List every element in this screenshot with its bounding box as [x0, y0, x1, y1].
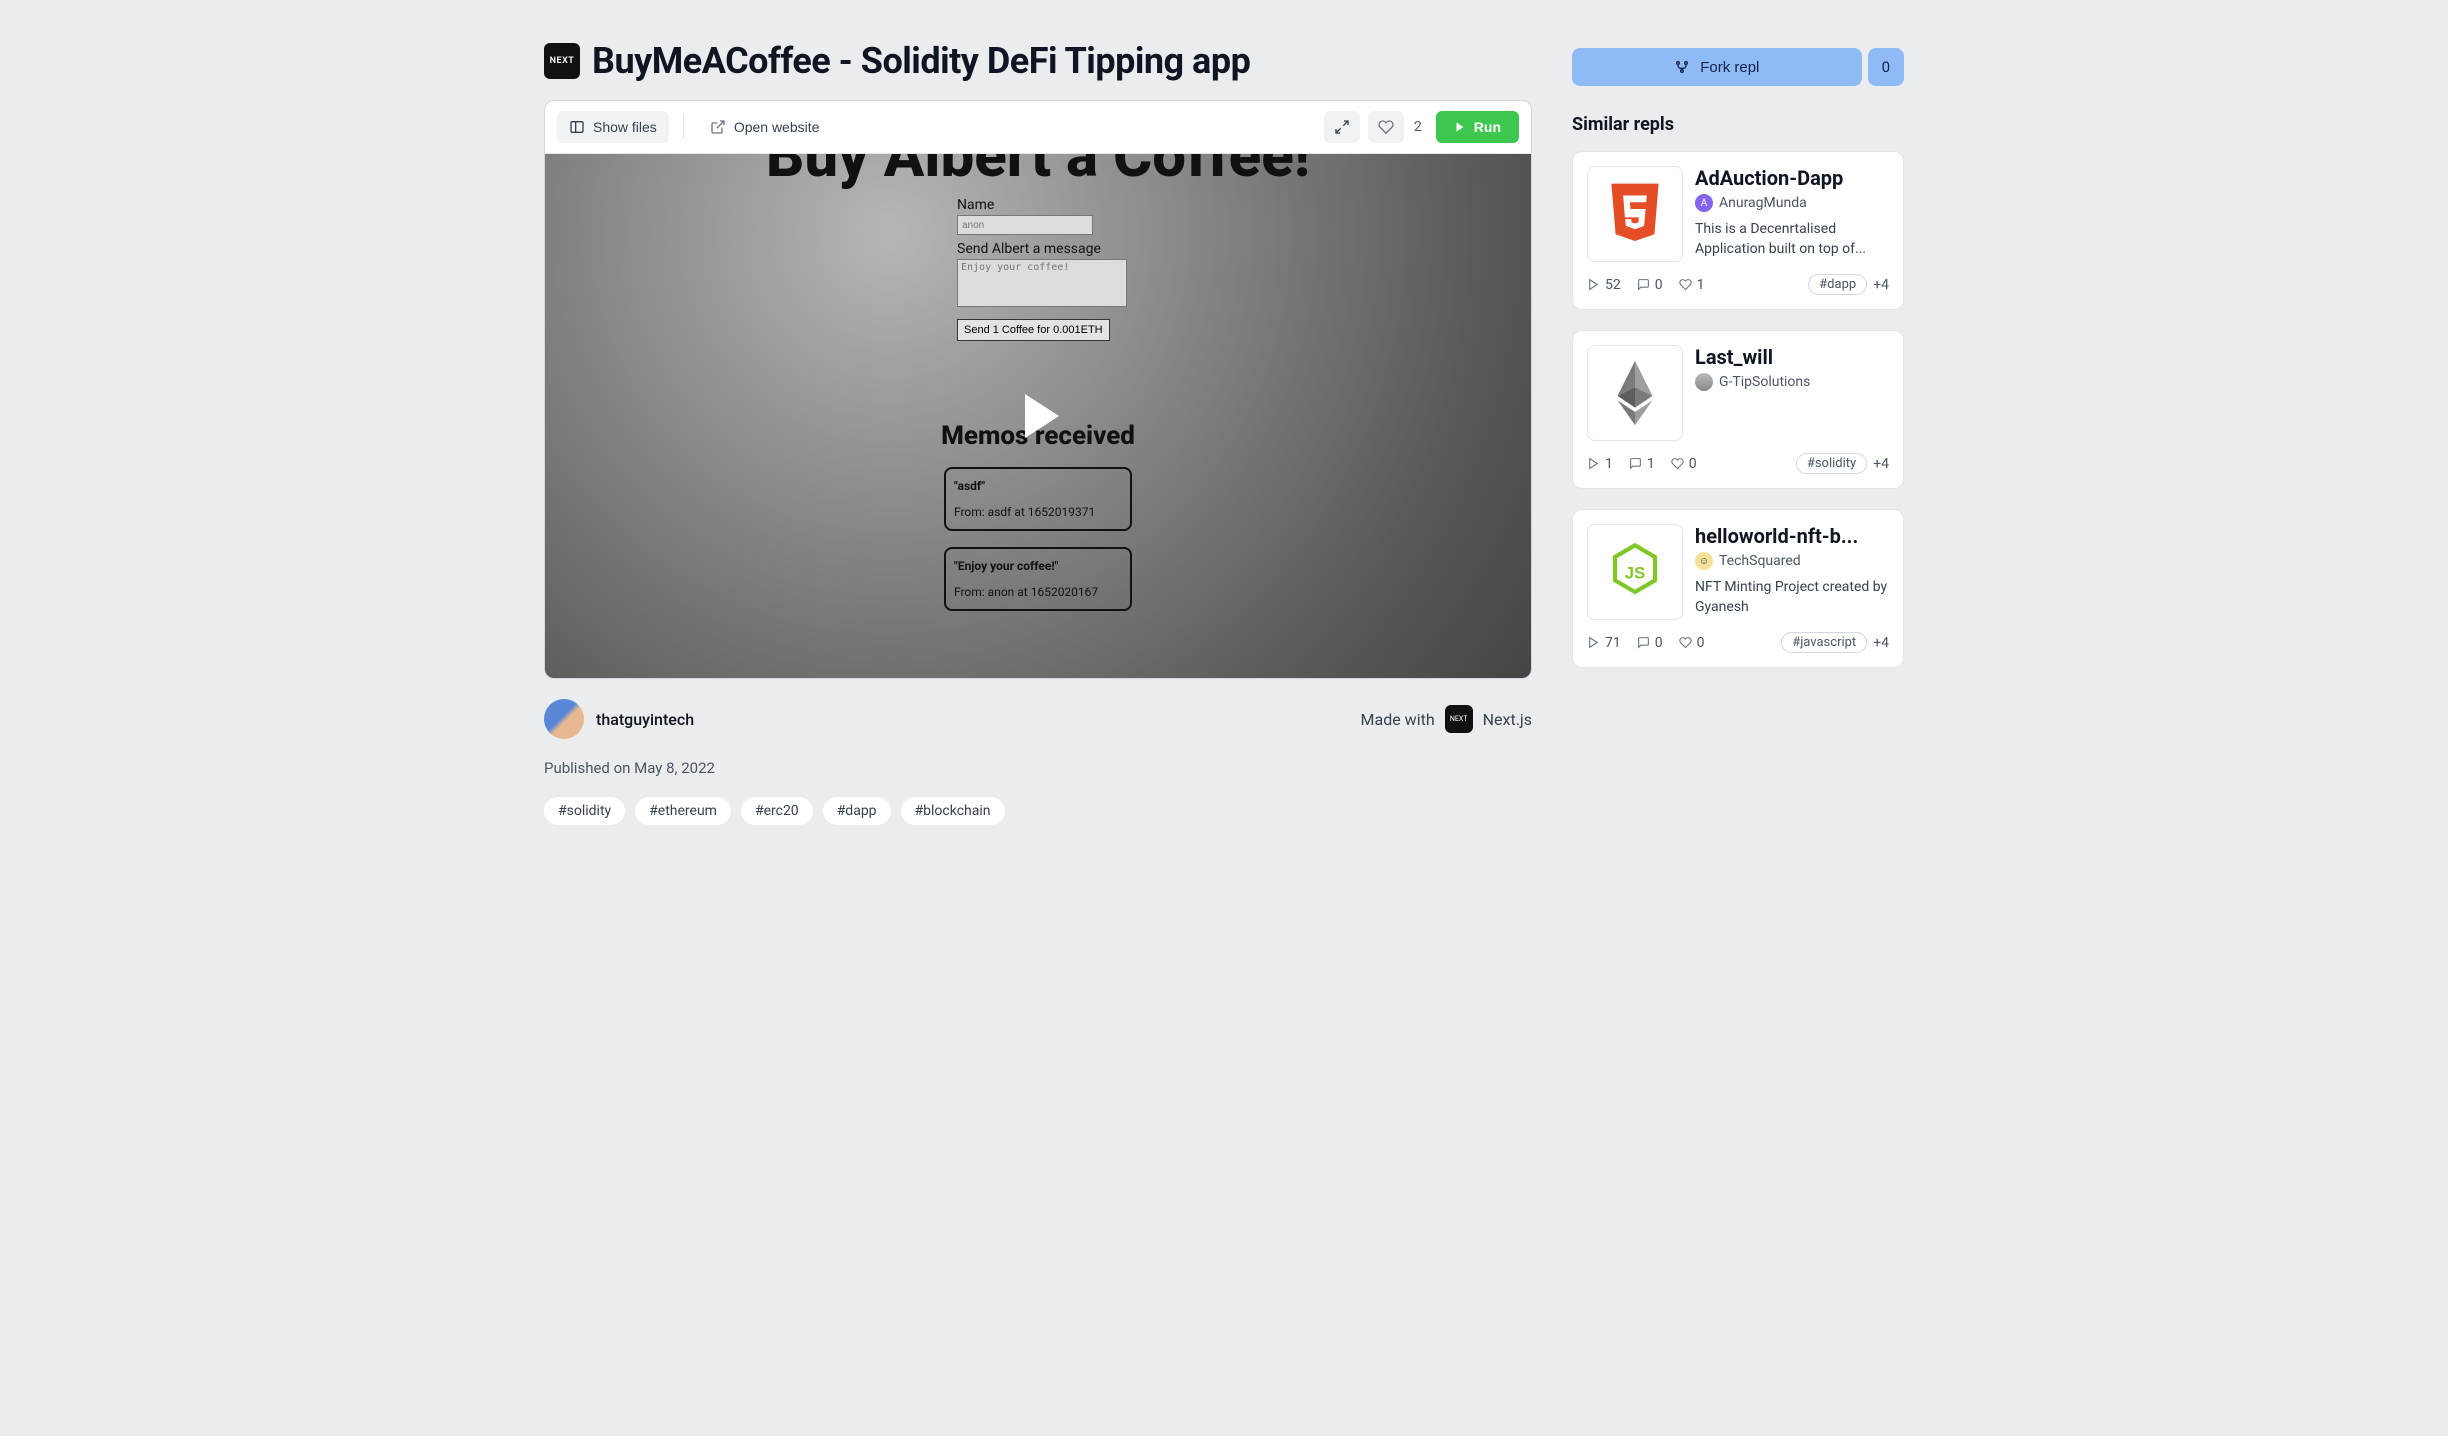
open-website-button[interactable]: Open website	[698, 111, 832, 143]
nextjs-icon: NEXT	[1445, 705, 1473, 733]
repl-tag[interactable]: #javascript	[1781, 632, 1867, 653]
app-icon: NEXT	[544, 43, 580, 79]
tag-ethereum[interactable]: #ethereum	[635, 797, 731, 825]
repl-stats: 52 0 1 #dapp +4	[1587, 274, 1889, 295]
preview-area: Buy Albert a Coffee! Name Send Albert a …	[545, 154, 1531, 678]
runs-stat: 52	[1587, 277, 1621, 293]
repl-title: helloworld-nft-b...	[1695, 524, 1889, 548]
made-with-label: Made with	[1361, 710, 1435, 729]
play-outline-icon	[1587, 278, 1600, 291]
expand-icon	[1334, 119, 1350, 135]
repl-description: NFT Minting Project created by Gyanesh	[1695, 578, 1889, 617]
run-label: Run	[1474, 119, 1501, 135]
panel-icon	[569, 119, 585, 135]
author-avatar-icon	[1695, 373, 1713, 391]
similar-repl-card[interactable]: AdAuction-Dapp A AnuragMunda This is a D…	[1572, 151, 1904, 310]
play-overlay[interactable]	[545, 154, 1531, 678]
repl-author[interactable]: A AnuragMunda	[1695, 194, 1889, 212]
repl-author-name: G-TipSolutions	[1719, 374, 1810, 390]
fork-row: Fork repl 0	[1572, 48, 1904, 86]
play-icon	[1454, 121, 1466, 133]
fork-icon	[1674, 59, 1690, 75]
comment-icon	[1637, 636, 1650, 649]
repl-author[interactable]: G-TipSolutions	[1695, 373, 1889, 391]
tag-erc20[interactable]: #erc20	[741, 797, 813, 825]
made-with[interactable]: Made with NEXT Next.js	[1361, 705, 1532, 733]
author-avatar-icon: A	[1695, 194, 1713, 212]
similar-heading: Similar repls	[1572, 114, 1904, 135]
toolbar: Show files Open website 2 Run	[545, 101, 1531, 154]
likes-stat: 1	[1679, 277, 1705, 293]
toolbar-separator	[683, 115, 684, 139]
fullscreen-button[interactable]	[1324, 111, 1360, 143]
tag-blockchain[interactable]: #blockchain	[901, 797, 1005, 825]
repl-stats: 71 0 0 #javascript +4	[1587, 632, 1889, 653]
tag-solidity[interactable]: #solidity	[544, 797, 625, 825]
repl-title: AdAuction-Dapp	[1695, 166, 1889, 190]
comments-stat: 1	[1629, 456, 1655, 472]
repl-frame: Show files Open website 2 Run	[544, 100, 1532, 679]
svg-text:JS: JS	[1625, 564, 1645, 583]
fork-count: 0	[1868, 48, 1904, 86]
made-with-name: Next.js	[1483, 710, 1532, 729]
html5-icon	[1608, 183, 1662, 245]
comments-stat: 0	[1637, 277, 1663, 293]
comment-icon	[1629, 457, 1642, 470]
title-row: NEXT BuyMeACoffee - Solidity DeFi Tippin…	[544, 40, 1532, 82]
heart-outline-icon	[1671, 457, 1684, 470]
ethereum-icon	[1608, 358, 1662, 428]
show-files-button[interactable]: Show files	[557, 111, 669, 143]
comments-stat: 0	[1637, 635, 1663, 651]
repl-author-name: TechSquared	[1719, 553, 1801, 569]
play-outline-icon	[1587, 636, 1600, 649]
fork-button[interactable]: Fork repl	[1572, 48, 1862, 86]
heart-outline-icon	[1679, 636, 1692, 649]
repl-stats: 1 1 0 #solidity +4	[1587, 453, 1889, 474]
run-button[interactable]: Run	[1436, 111, 1519, 143]
nodejs-icon: JS	[1607, 542, 1663, 602]
published-date: Published on May 8, 2022	[544, 759, 1532, 777]
repl-author[interactable]: ☺ TechSquared	[1695, 552, 1889, 570]
repl-description: This is a Decenrtalised Application buil…	[1695, 220, 1889, 259]
heart-outline-icon	[1679, 278, 1692, 291]
repl-tag[interactable]: #dapp	[1808, 274, 1867, 295]
more-tags[interactable]: +4	[1873, 456, 1889, 472]
tags-row: #solidity #ethereum #erc20 #dapp #blockc…	[544, 797, 1532, 825]
meta-row: thatguyintech Made with NEXT Next.js	[544, 699, 1532, 739]
play-icon	[1025, 394, 1059, 438]
more-tags[interactable]: +4	[1873, 635, 1889, 651]
comment-icon	[1637, 278, 1650, 291]
play-outline-icon	[1587, 457, 1600, 470]
likes-stat: 0	[1671, 456, 1697, 472]
avatar	[544, 699, 584, 739]
like-button[interactable]	[1368, 111, 1404, 143]
heart-icon	[1378, 119, 1394, 135]
tag-dapp[interactable]: #dapp	[823, 797, 891, 825]
fork-label: Fork repl	[1700, 59, 1759, 76]
repl-tag[interactable]: #solidity	[1796, 453, 1867, 474]
likes-stat: 0	[1679, 635, 1705, 651]
open-website-label: Open website	[734, 119, 820, 135]
show-files-label: Show files	[593, 119, 657, 135]
external-link-icon	[710, 119, 726, 135]
repl-title: Last_will	[1695, 345, 1889, 369]
runs-stat: 1	[1587, 456, 1613, 472]
page-title: BuyMeACoffee - Solidity DeFi Tipping app	[592, 40, 1250, 82]
more-tags[interactable]: +4	[1873, 277, 1889, 293]
author-avatar-icon: ☺	[1695, 552, 1713, 570]
author-block[interactable]: thatguyintech	[544, 699, 694, 739]
repl-thumbnail	[1587, 345, 1683, 441]
repl-thumbnail: JS	[1587, 524, 1683, 620]
author-name: thatguyintech	[596, 710, 694, 729]
runs-stat: 71	[1587, 635, 1621, 651]
repl-author-name: AnuragMunda	[1719, 195, 1807, 211]
like-count: 2	[1414, 119, 1422, 135]
repl-thumbnail	[1587, 166, 1683, 262]
similar-repl-card[interactable]: Last_will G-TipSolutions 1 1 0 #solidity…	[1572, 330, 1904, 489]
similar-repl-card[interactable]: JS helloworld-nft-b... ☺ TechSquared NFT…	[1572, 509, 1904, 668]
